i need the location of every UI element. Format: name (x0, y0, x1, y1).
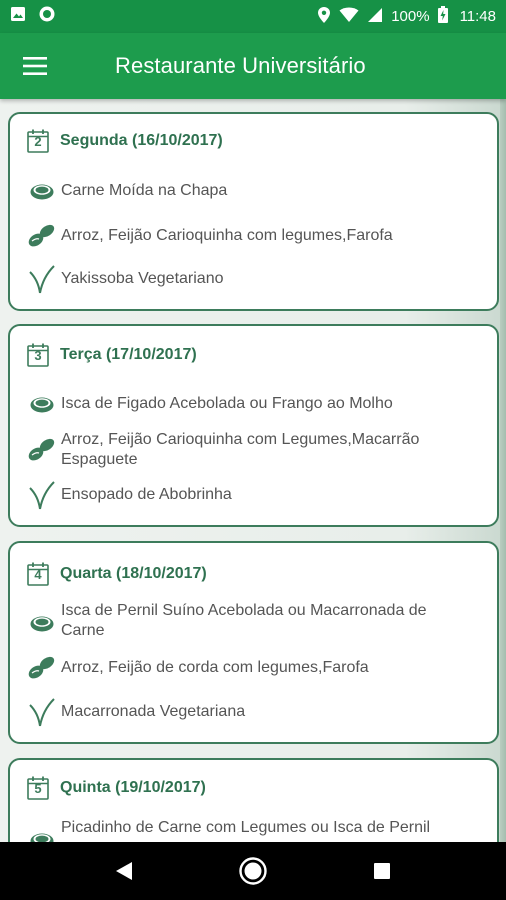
day-label: Quarta (18/10/2017) (60, 565, 207, 582)
app-title: Restaurante Universitário (115, 53, 366, 78)
sync-notification-icon (38, 5, 56, 28)
home-button[interactable] (233, 851, 273, 891)
hamburger-menu-icon (23, 57, 47, 75)
day-number: 5 (34, 781, 42, 796)
meat-icon (27, 826, 57, 842)
app-bar: Restaurante Universitário (0, 33, 506, 99)
calendar-icon: 2 (27, 129, 49, 153)
meat-icon (27, 609, 57, 637)
main-dish: Isca de Figado Acebolada ou Frango ao Mo… (61, 395, 393, 412)
main-dish: Isca de Pernil Suíno Acebolada ou Macarr… (61, 602, 427, 639)
day-card-quinta[interactable]: 5 Quinta (19/10/2017) Picadinho de Carne… (8, 758, 499, 842)
day-number: 2 (34, 134, 42, 149)
back-button[interactable] (104, 851, 144, 891)
side-dish: Arroz, Feijão de corda com legumes,Farof… (61, 659, 369, 676)
day-label: Quinta (19/10/2017) (60, 779, 206, 796)
battery-percent: 100% (391, 8, 430, 25)
day-label: Terça (17/10/2017) (60, 346, 197, 363)
image-notification-icon (10, 6, 26, 27)
side-dish: Arroz, Feijão Carioquinha com legumes,Fa… (61, 227, 393, 244)
main-dish: Picadinho de Carne com Legumes ou Isca d… (61, 819, 431, 836)
menu-list[interactable]: 2 Segunda (16/10/2017) Carne Moída na Ch… (0, 99, 506, 842)
side-dish: Arroz, Feijão Carioquinha com Legumes,Ma… (61, 431, 420, 468)
sprout-icon (27, 481, 57, 510)
day-number: 4 (34, 567, 42, 582)
day-card-terca[interactable]: 3 Terça (17/10/2017) Isca de Figado Aceb… (8, 324, 499, 527)
recents-button[interactable] (362, 851, 402, 891)
beans-icon (27, 654, 57, 682)
back-triangle-icon (116, 862, 133, 880)
calendar-icon: 5 (27, 776, 49, 800)
calendar-icon: 4 (27, 562, 49, 586)
day-number: 3 (34, 348, 42, 363)
battery-icon (437, 6, 448, 27)
vegetarian-dish: Ensopado de Abobrinha (61, 486, 232, 503)
meat-icon (27, 390, 57, 418)
menu-button[interactable] (0, 33, 70, 99)
beans-icon (27, 436, 57, 464)
location-icon (317, 6, 331, 28)
meat-icon (27, 177, 57, 205)
wifi-icon (339, 7, 359, 27)
recents-square-icon (373, 863, 390, 879)
day-card-quarta[interactable]: 4 Quarta (18/10/2017) Isca de Pernil Suí… (8, 541, 499, 744)
sprout-icon (27, 698, 57, 727)
scrollbar[interactable] (500, 99, 506, 842)
calendar-icon: 3 (27, 343, 49, 367)
main-dish: Carne Moída na Chapa (61, 182, 228, 199)
vegetarian-dish: Macarronada Vegetariana (61, 703, 246, 720)
day-card-segunda[interactable]: 2 Segunda (16/10/2017) Carne Moída na Ch… (8, 112, 499, 311)
vegetarian-dish: Yakissoba Vegetariano (61, 270, 224, 287)
day-label: Segunda (16/10/2017) (60, 132, 223, 149)
home-circle-icon (239, 857, 267, 885)
beans-icon (27, 222, 57, 250)
status-bar: 100% 11:48 (0, 0, 506, 33)
clock: 11:48 (459, 8, 496, 25)
navigation-bar (0, 842, 506, 900)
cell-signal-icon (367, 7, 383, 27)
sprout-icon (27, 265, 57, 294)
